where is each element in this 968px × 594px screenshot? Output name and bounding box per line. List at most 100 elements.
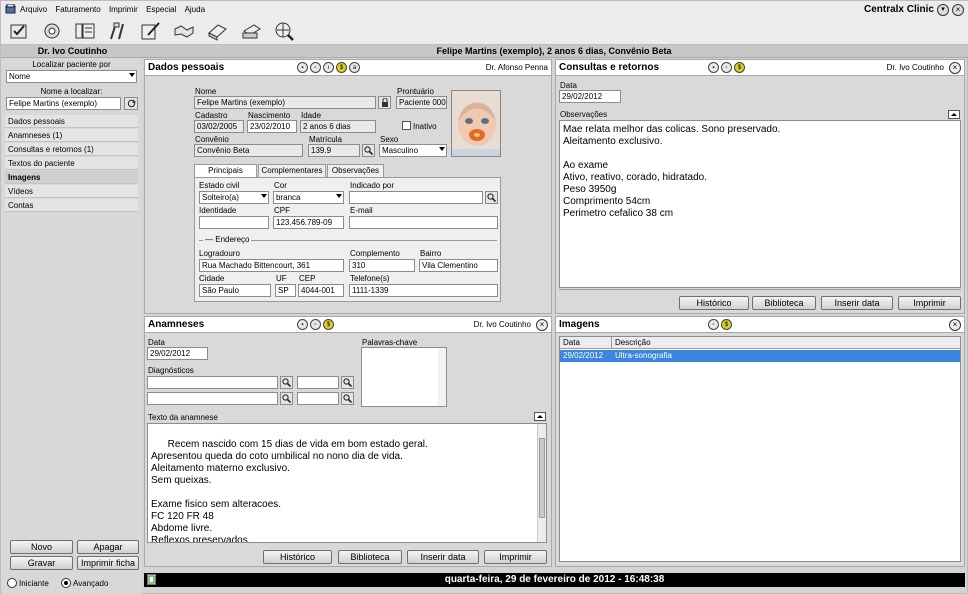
close-app-icon[interactable]: × [952, 4, 964, 16]
finance-icon[interactable]: $ [336, 62, 347, 73]
diagnosis-field-2[interactable] [147, 392, 278, 405]
lock-icon[interactable]: a [349, 62, 360, 73]
inactive-checkbox[interactable] [402, 121, 411, 130]
diagnosis-code-2[interactable] [297, 392, 339, 405]
print-record-button[interactable]: Imprimir ficha [77, 556, 139, 570]
sidebar-item-dados-pessoais[interactable]: Dados pessoais [5, 115, 138, 128]
close-panel-icon[interactable]: × [949, 62, 961, 74]
attach-icon[interactable]: ı [323, 62, 334, 73]
complement-field[interactable]: 310 [349, 259, 415, 272]
record-field[interactable]: Paciente 000 [396, 96, 447, 109]
insurance-field[interactable]: Convênio Beta [194, 144, 303, 157]
copy-icon[interactable]: ▫ [310, 319, 321, 330]
diagnosis-code-search-icon[interactable] [341, 392, 354, 405]
table-row[interactable]: 29/02/2012 Ultra-sonografia [560, 350, 960, 362]
save-icon[interactable]: ▪ [297, 62, 308, 73]
referred-search-icon[interactable] [485, 191, 498, 204]
notes-icon[interactable] [138, 20, 162, 42]
refresh-search-icon[interactable] [124, 97, 138, 110]
minimize-icon[interactable]: ▾ [937, 4, 949, 16]
close-panel-icon[interactable]: × [949, 319, 961, 331]
print-icon[interactable] [239, 20, 263, 42]
birth-field[interactable]: 23/02/2010 [247, 120, 297, 133]
sex-select[interactable]: Masculino [379, 144, 447, 157]
keywords-scrollbar[interactable] [438, 348, 446, 406]
finance-icon[interactable]: $ [734, 62, 745, 73]
history-button[interactable]: Histórico [679, 296, 749, 310]
sidebar-item-consultas[interactable]: Consultas e retornos (1) [5, 143, 138, 156]
marital-select[interactable]: Solteiro(a) [199, 191, 269, 204]
sidebar-item-textos[interactable]: Textos do paciente [5, 157, 138, 170]
column-header-date[interactable]: Data [563, 338, 580, 347]
history-button[interactable]: Histórico [263, 550, 332, 564]
search-globe-icon[interactable] [272, 20, 296, 42]
registration-field[interactable]: 03/02/2005 [194, 120, 244, 133]
diagnosis-search-icon[interactable] [280, 392, 293, 405]
diagnosis-search-icon[interactable] [280, 376, 293, 389]
finance-icon[interactable]: $ [323, 319, 334, 330]
district-field[interactable]: Vila Clementino [419, 259, 498, 272]
sidebar-item-imagens[interactable]: Imagens [5, 171, 138, 184]
menu-imprimir[interactable]: Imprimir [109, 1, 138, 18]
collapse-icon[interactable] [534, 412, 546, 421]
save-icon[interactable]: ▪ [297, 319, 308, 330]
collapse-icon[interactable] [948, 110, 960, 119]
insurance-search-icon[interactable] [362, 144, 375, 157]
patient-photo[interactable] [451, 90, 501, 157]
referred-field[interactable] [349, 191, 483, 204]
mode-advanced-radio[interactable] [61, 578, 71, 588]
insert-date-button[interactable]: Inserir data [821, 296, 893, 310]
member-field[interactable]: 139.9 [308, 144, 360, 157]
cpf-field[interactable]: 123.456.789-09 [273, 216, 344, 229]
cep-field[interactable]: 4044-001 [298, 284, 344, 297]
print-button[interactable]: Imprimir [484, 550, 547, 564]
tasks-icon[interactable] [40, 20, 64, 42]
diagnosis-field-1[interactable] [147, 376, 278, 389]
consults-date-field[interactable]: 29/02/2012 [559, 90, 621, 103]
delete-button[interactable]: Apagar [77, 540, 139, 554]
sidebar-item-contas[interactable]: Contas [5, 199, 138, 212]
book-icon[interactable] [205, 20, 229, 42]
name-field[interactable]: Felipe Martins (exemplo) [194, 96, 376, 109]
email-field[interactable] [349, 216, 498, 229]
tools-icon[interactable] [105, 20, 129, 42]
save-button[interactable]: Gravar [10, 556, 73, 570]
records-icon[interactable] [73, 20, 97, 42]
library-button[interactable]: Biblioteca [338, 550, 402, 564]
diagnosis-code-search-icon[interactable] [341, 376, 354, 389]
close-panel-icon[interactable]: × [536, 319, 548, 331]
anamnese-date-field[interactable]: 29/02/2012 [147, 347, 208, 360]
anamnese-scrollbar[interactable] [537, 424, 546, 542]
name-search-input[interactable]: Felipe Martins (exemplo) [6, 97, 121, 110]
new-button[interactable]: Novo [10, 540, 73, 554]
tab-complementares[interactable]: Complementares [258, 164, 326, 177]
copy-icon[interactable]: ▫ [708, 319, 719, 330]
tab-observacoes[interactable]: Observações [327, 164, 384, 177]
tab-principais[interactable]: Principais [194, 164, 257, 177]
street-field[interactable]: Rua Machado Bittencourt, 361 [199, 259, 344, 272]
uf-field[interactable]: SP [275, 284, 296, 297]
agenda-icon[interactable] [7, 20, 31, 42]
sidebar-item-videos[interactable]: Vídeos [5, 185, 138, 198]
copy-icon[interactable]: ▫ [310, 62, 321, 73]
insert-date-button[interactable]: Inserir data [407, 550, 479, 564]
menu-faturamento[interactable]: Faturamento [55, 1, 100, 18]
sidebar-item-anamneses[interactable]: Anamneses (1) [5, 129, 138, 142]
menu-especial[interactable]: Especial [146, 1, 176, 18]
finance-icon[interactable]: $ [721, 319, 732, 330]
observations-textarea[interactable]: Mae relata melhor das colicas. Sono pres… [559, 120, 961, 288]
library-button[interactable]: Biblioteca [752, 296, 816, 310]
menu-arquivo[interactable]: Arquivo [20, 1, 47, 18]
column-header-description[interactable]: Descrição [615, 338, 651, 347]
anamnese-textarea[interactable]: Recem nascido com 15 dias de vida em bom… [147, 423, 547, 543]
mode-beginner-radio[interactable] [7, 578, 17, 588]
copy-icon[interactable]: ▫ [721, 62, 732, 73]
color-select[interactable]: branca [273, 191, 344, 204]
keywords-list[interactable] [361, 347, 447, 407]
phone-field[interactable]: 1111-1339 [349, 284, 498, 297]
print-button[interactable]: Imprimir [898, 296, 961, 310]
menu-ajuda[interactable]: Ajuda [185, 1, 205, 18]
app-menu-icon[interactable] [5, 3, 16, 14]
name-lock-icon[interactable] [378, 96, 391, 109]
handshake-icon[interactable] [172, 20, 196, 42]
